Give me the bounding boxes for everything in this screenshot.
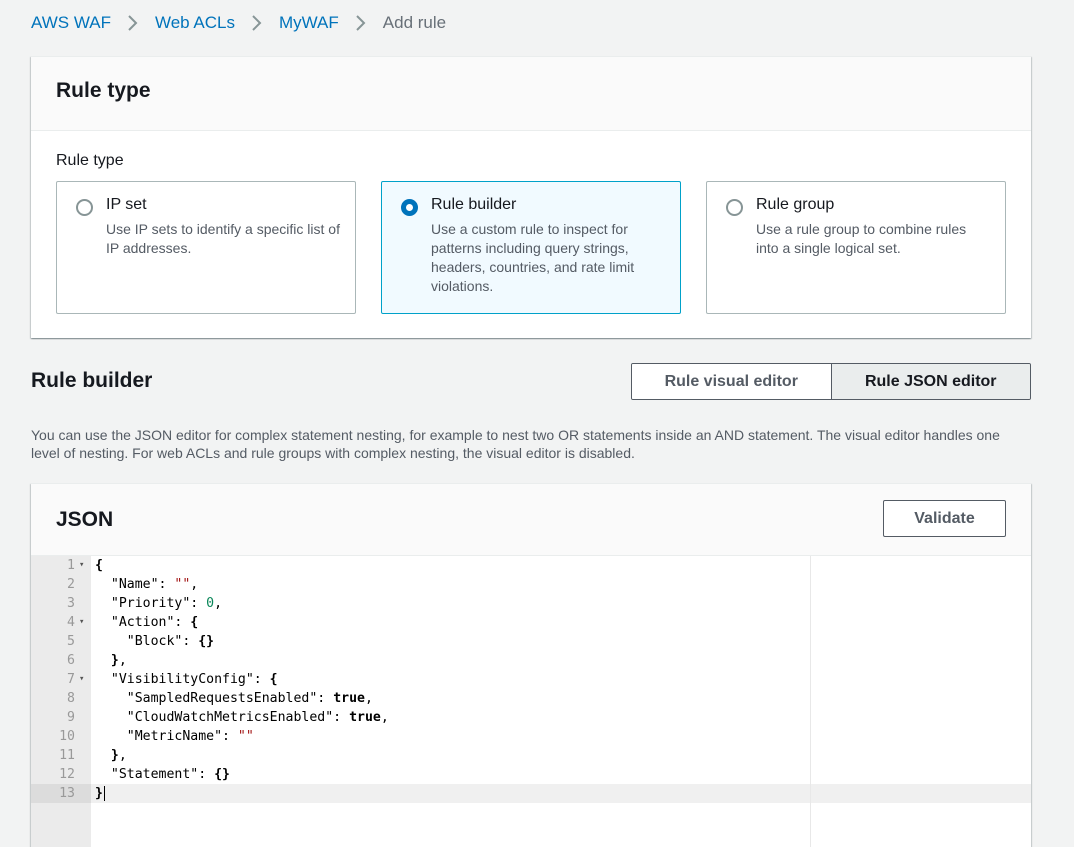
code-line[interactable]: 5 "Block": {} [31,632,811,651]
code-text: "Statement": {} [95,767,230,782]
rule-type-option-rule-group[interactable]: Rule group Use a rule group to combine r… [706,181,1006,314]
rule-type-field-label: Rule type [56,152,124,169]
code-line[interactable]: 8 "SampledRequestsEnabled": true, [31,689,811,708]
breadcrumb: AWS WAF Web ACLs MyWAF Add rule [31,13,446,33]
radio-button-icon[interactable] [76,199,93,216]
breadcrumb-mywaf[interactable]: MyWAF [279,13,339,33]
line-number: 1 [67,558,75,573]
code-text: } [95,785,105,801]
code-line[interactable]: 2 "Name": "", [31,575,811,594]
text-cursor [103,785,105,801]
code-line[interactable]: 1 ▾ { [31,556,811,575]
line-number: 4 [67,615,75,630]
chevron-right-icon [127,15,139,31]
option-title: Rule group [756,196,835,213]
radio-button-icon[interactable] [726,199,743,216]
code-line[interactable]: 11 }, [31,746,811,765]
code-text: }, [110,748,127,763]
code-text: { [95,558,103,573]
line-number: 9 [67,710,75,725]
code-line[interactable]: 7 ▾ "VisibilityConfig": { [31,670,811,689]
editor-info-text: You can use the JSON editor for complex … [31,427,1000,461]
chevron-right-icon [251,15,263,31]
code-text: }, [110,653,127,668]
rule-type-panel: Rule type Rule type IP set Use IP sets t… [31,56,1031,338]
option-title: IP set [106,196,147,213]
caret-down-icon[interactable]: ▾ [79,670,84,689]
radio-button-selected-icon[interactable] [401,199,418,216]
code-line[interactable]: 6 }, [31,651,811,670]
code-text: "Priority": 0, [95,596,223,611]
line-number: 3 [67,596,75,611]
json-panel-title: JSON [56,508,114,531]
rule-visual-editor-button[interactable]: Rule visual editor [632,364,831,399]
line-number: 5 [67,634,75,649]
chevron-right-icon [355,15,367,31]
caret-down-icon[interactable]: ▾ [79,556,84,575]
line-number: 11 [59,748,75,763]
breadcrumb-web-acls[interactable]: Web ACLs [155,13,235,33]
rule-json-editor-button[interactable]: Rule JSON editor [830,364,1030,399]
code-text: "MetricName": "" [95,729,254,744]
rule-builder-title: Rule builder [31,369,153,392]
code-line[interactable]: 10 "MetricName": "" [31,727,811,746]
option-title: Rule builder [431,196,517,213]
code-text: "Action": { [95,615,199,630]
line-number: 12 [59,767,75,782]
line-number: 8 [67,691,75,706]
line-number: 7 [67,672,75,687]
rule-type-option-rule-builder[interactable]: Rule builder Use a custom rule to inspec… [381,181,681,314]
line-number: 6 [67,653,75,668]
validate-button[interactable]: Validate [883,500,1006,537]
code-text: "SampledRequestsEnabled": true, [95,691,373,706]
code-line[interactable]: 9 "CloudWatchMetricsEnabled": true, [31,708,811,727]
code-line[interactable]: 4 ▾ "Action": { [31,613,811,632]
code-text: "Block": {} [95,634,215,649]
breadcrumb-aws-waf[interactable]: AWS WAF [31,13,111,33]
option-description: Use IP sets to identify a specific list … [106,221,340,256]
line-number: 2 [67,577,75,592]
code-text: "VisibilityConfig": { [95,672,278,687]
json-panel: JSON Validate 1 ▾{2 "Name": "", 3 "Priorit… [31,483,1031,847]
editor-mode-toggle: Rule visual editor Rule JSON editor [631,363,1031,400]
breadcrumb-current: Add rule [382,13,447,32]
code-line[interactable]: 12 "Statement": {} [31,765,811,784]
line-number: 13 [59,786,75,801]
caret-down-icon[interactable]: ▾ [79,613,84,632]
rule-type-panel-title: Rule type [31,57,1031,131]
json-code-editor[interactable]: 1 ▾{2 "Name": "", 3 "Priority": 0, 4 ▾ "Acti… [31,556,1031,847]
code-line[interactable]: 13} [31,784,811,803]
line-number: 10 [59,729,75,744]
code-line[interactable]: 3 "Priority": 0, [31,594,811,613]
code-text: "CloudWatchMetricsEnabled": true, [95,710,389,725]
rule-type-option-ip-set[interactable]: IP set Use IP sets to identify a specifi… [56,181,356,314]
json-panel-header: JSON Validate [31,484,1031,556]
code-text: "Name": "", [95,577,199,592]
option-description: Use a rule group to combine rules into a… [756,221,967,256]
option-description: Use a custom rule to inspect for pattern… [431,221,635,294]
